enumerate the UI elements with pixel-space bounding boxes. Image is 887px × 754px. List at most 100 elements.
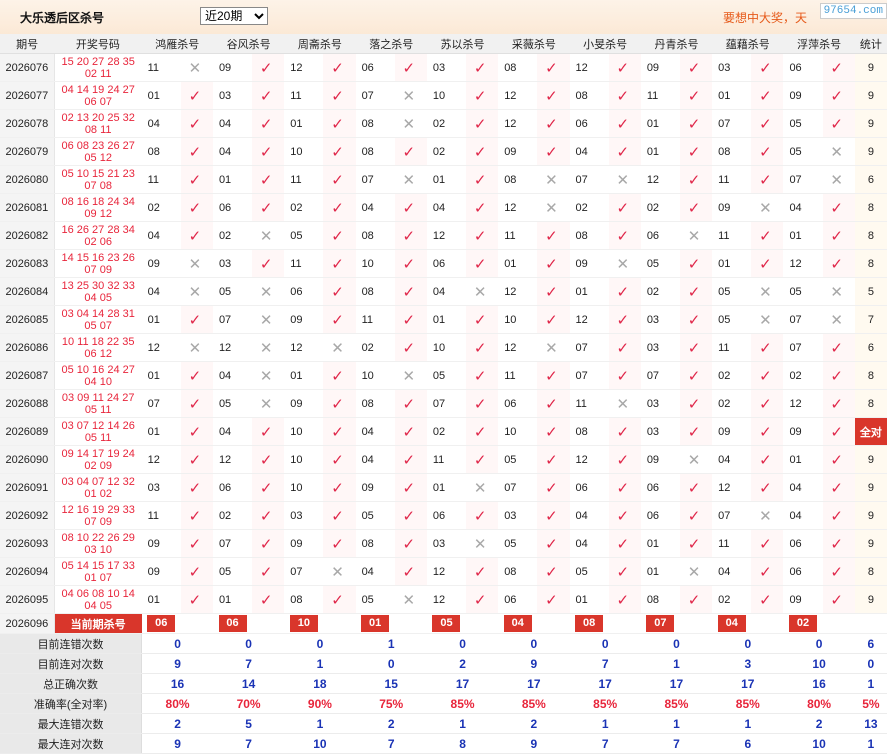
check-icon: ✓: [822, 529, 855, 558]
row-stat: 9: [854, 585, 887, 614]
kill-pick: 10: [498, 417, 538, 446]
check-icon: ✓: [323, 585, 356, 614]
kill-pick: 08: [141, 137, 181, 166]
summary-value: 9: [498, 733, 570, 754]
cross-icon: ✕: [608, 389, 641, 418]
summary-value: 6: [712, 733, 784, 754]
cross-icon: ✕: [751, 193, 784, 222]
kill-pick: 01: [640, 529, 680, 558]
front-numbers: 09 14 17 19 24: [61, 447, 135, 460]
draw-numbers-cell: 14 15 16 23 26 07 09: [54, 249, 142, 278]
check-icon: ✓: [608, 557, 641, 586]
kill-pick: 01: [640, 109, 680, 138]
check-icon: ✓: [679, 305, 713, 334]
check-icon: ✓: [252, 165, 285, 194]
check-icon: ✓: [180, 221, 213, 250]
check-icon: ✓: [323, 305, 356, 334]
back-numbers: 06 12: [84, 347, 112, 360]
summary-value: 9: [141, 733, 213, 754]
check-icon: ✓: [537, 389, 570, 418]
period-range-select[interactable]: 近20期: [200, 7, 268, 25]
row-stat: 9: [854, 529, 887, 558]
kill-pick: 08: [355, 277, 395, 306]
kill-pick: 02: [640, 277, 680, 306]
col-header-expert: 谷风杀号: [212, 34, 285, 54]
check-icon: ✓: [323, 109, 356, 138]
cross-icon: ✕: [180, 333, 213, 362]
current-pick-cell: 07: [640, 613, 680, 634]
kill-pick: 02: [355, 333, 395, 362]
back-numbers: 05 12: [84, 151, 112, 164]
row-stat: 8: [854, 361, 887, 390]
back-numbers: 08 11: [84, 123, 112, 136]
period-cell: 2026085: [0, 305, 55, 334]
kill-pick: 11: [640, 81, 680, 110]
kill-pick: 09: [783, 81, 823, 110]
table-row: 2026085 03 04 14 28 31 05 07 01 ✓ 07 ✕ 09 ✓ 11 ✓ 01…: [0, 305, 887, 334]
check-icon: ✓: [608, 277, 641, 306]
cross-icon: ✕: [394, 165, 427, 194]
check-icon: ✓: [323, 361, 356, 390]
summary-value: 7: [640, 733, 713, 754]
cross-icon: ✕: [252, 333, 285, 362]
kill-pick: 09: [712, 417, 752, 446]
check-icon: ✓: [679, 501, 713, 530]
table-row: 2026089 03 07 12 14 26 05 11 01 ✓ 04 ✓ 10 ✓ 04 ✓ 02…: [0, 417, 887, 446]
kill-pick: 08: [355, 221, 395, 250]
kill-pick: 02: [569, 193, 609, 222]
check-icon: ✓: [679, 81, 713, 110]
check-icon: ✓: [537, 585, 570, 614]
draw-numbers-cell: 08 16 18 24 34 09 12: [54, 193, 142, 222]
check-icon: ✓: [822, 557, 855, 586]
period-cell: 2026087: [0, 361, 55, 390]
summary-value: 17: [569, 673, 641, 694]
check-icon: ✓: [180, 529, 213, 558]
check-icon: ✓: [323, 473, 356, 502]
period-cell: 2026089: [0, 417, 55, 446]
period-cell: 2026082: [0, 221, 55, 250]
summary-value: 16: [783, 673, 855, 694]
kill-pick: 04: [712, 445, 752, 474]
period-cell: 2026092: [0, 501, 55, 530]
front-numbers: 14 15 16 23 26: [61, 251, 135, 264]
summary-value: 1: [569, 713, 641, 734]
check-icon: ✓: [679, 473, 713, 502]
current-stat-cell: [854, 613, 887, 634]
kill-pick: 02: [783, 361, 823, 390]
period-cell: 2026093: [0, 529, 55, 558]
check-icon: ✓: [394, 193, 427, 222]
summary-label: 目前连错次数: [0, 633, 143, 654]
back-numbers: 01 07: [84, 571, 112, 584]
kill-pick: 06: [426, 249, 467, 278]
check-icon: ✓: [180, 81, 213, 110]
back-numbers: 02 11: [84, 67, 112, 80]
summary-value: 7: [569, 653, 641, 674]
kill-pick: 04: [569, 529, 609, 558]
check-icon: ✓: [537, 417, 570, 446]
kill-pick: 02: [212, 221, 253, 250]
check-icon: ✓: [608, 501, 641, 530]
kill-pick: 01: [426, 473, 467, 502]
kill-pick: 11: [284, 81, 324, 110]
kill-pick: 02: [426, 137, 467, 166]
col-header-expert: 周斋杀号: [284, 34, 356, 54]
kill-pick: 04: [569, 501, 609, 530]
kill-pick: 04: [783, 473, 823, 502]
summary-row: 目前连对次数 9 7 1 0 2 9 7 1 3 10 0: [0, 653, 887, 674]
kill-pick: 06: [640, 473, 680, 502]
col-header-expert: 小旻杀号: [569, 34, 641, 54]
check-icon: ✓: [180, 501, 213, 530]
check-icon: ✓: [252, 81, 285, 110]
check-icon: ✓: [394, 221, 427, 250]
page-title: 大乐透后区杀号: [20, 11, 105, 25]
kill-pick: 07: [498, 473, 538, 502]
check-icon: ✓: [751, 53, 784, 82]
check-icon: ✓: [394, 529, 427, 558]
front-numbers: 08 10 22 26 29: [61, 531, 135, 544]
kill-pick: 05: [426, 361, 467, 390]
kill-pick: 08: [284, 585, 324, 614]
kill-pick: 08: [569, 81, 609, 110]
check-icon: ✓: [466, 53, 499, 82]
cross-icon: ✕: [751, 305, 784, 334]
kill-pick: 12: [284, 333, 324, 362]
